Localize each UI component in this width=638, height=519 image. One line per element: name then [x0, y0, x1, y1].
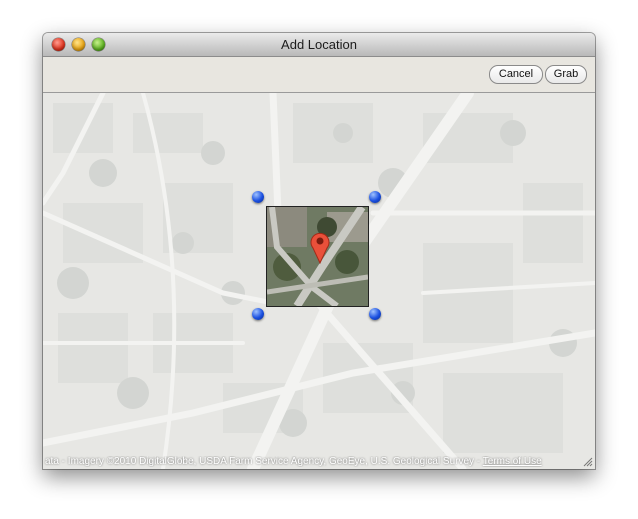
map-pin-icon[interactable]: [309, 230, 331, 264]
resize-grip-icon[interactable]: [583, 457, 593, 467]
cancel-button[interactable]: Cancel: [489, 65, 543, 84]
resize-handle-icon[interactable]: [369, 308, 381, 320]
add-location-window: Add Location Cancel Grab ata - Imagery ©…: [43, 33, 595, 469]
toolbar: Cancel Grab: [43, 57, 595, 93]
resize-handle-icon[interactable]: [252, 191, 264, 203]
title-bar[interactable]: Add Location: [43, 33, 595, 57]
map-attribution: ata - Imagery ©2010 DigitalGlobe, USDA F…: [43, 456, 595, 467]
grab-button[interactable]: Grab: [545, 65, 587, 84]
window-title: Add Location: [281, 37, 357, 52]
resize-handle-icon[interactable]: [252, 308, 264, 320]
resize-handle-icon[interactable]: [369, 191, 381, 203]
attribution-text: ata - Imagery ©2010 DigitalGlobe, USDA F…: [45, 456, 483, 467]
satellite-map[interactable]: ata - Imagery ©2010 DigitalGlobe, USDA F…: [43, 93, 595, 469]
terms-of-use-link[interactable]: Terms of Use: [483, 456, 542, 467]
